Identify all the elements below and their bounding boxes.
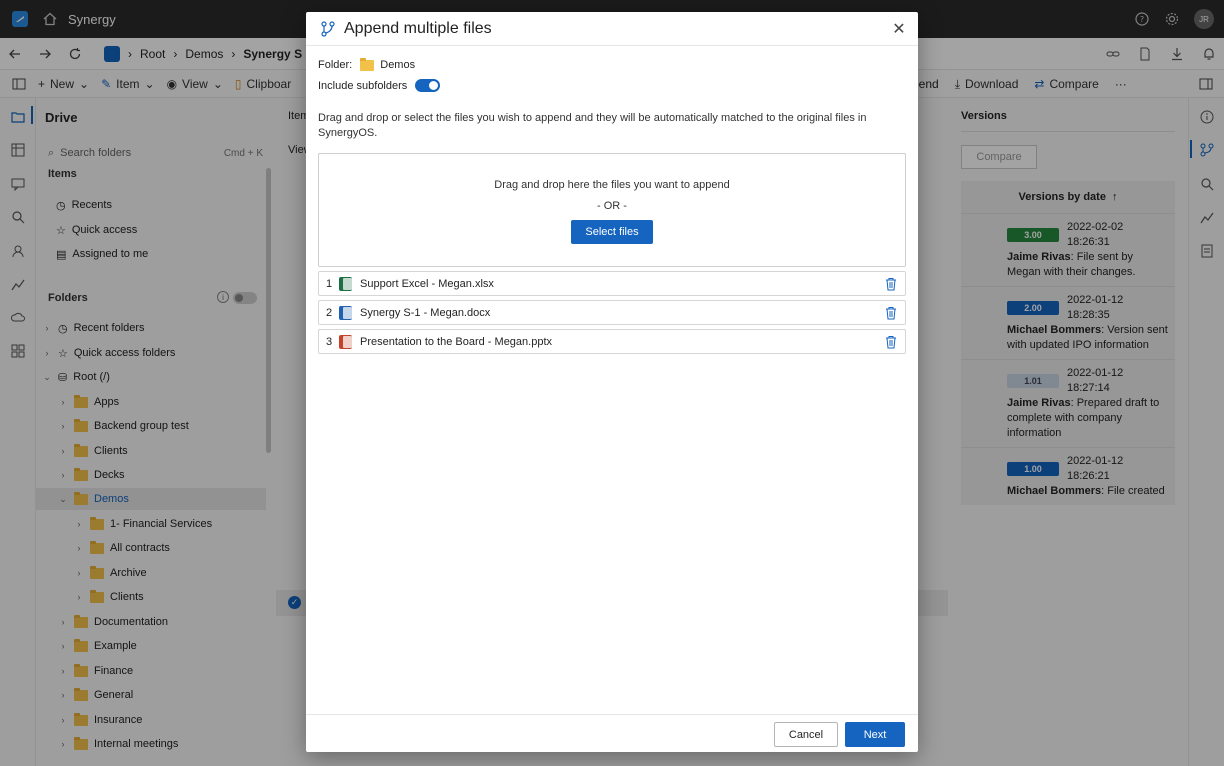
subfolders-field: Include subfolders [318, 79, 441, 92]
close-icon: ✕ [892, 21, 906, 38]
dialog-footer: Cancel Next [306, 714, 918, 752]
branch-icon [321, 20, 335, 37]
append-files-dialog: Append multiple files ✕ Folder: Demos In… [306, 12, 918, 752]
word-file-icon [339, 305, 352, 320]
file-name: Support Excel - Megan.xlsx [360, 277, 494, 290]
file-name: Presentation to the Board - Megan.pptx [360, 335, 553, 348]
dropzone-text: Drag and drop here the files you want to… [494, 179, 730, 191]
instructions-text: Drag and drop or select the files you wi… [318, 112, 867, 139]
file-number: 2 [325, 306, 333, 319]
trash-icon[interactable] [885, 277, 897, 291]
dropzone-or: - OR - [597, 200, 627, 212]
cancel-button[interactable]: Cancel [774, 722, 838, 747]
dialog-title: Append multiple files [344, 19, 492, 37]
select-files-button[interactable]: Select files [571, 220, 653, 244]
file-name: Synergy S-1 - Megan.docx [360, 306, 491, 319]
folder-name: Demos [380, 59, 416, 71]
trash-icon[interactable] [885, 335, 897, 349]
include-subfolders-toggle[interactable] [415, 79, 441, 92]
close-button[interactable]: ✕ [890, 20, 908, 38]
file-row: 3 Presentation to the Board - Megan.pptx [318, 329, 906, 354]
subfolders-label: Include subfolders [318, 79, 408, 92]
next-button[interactable]: Next [845, 722, 905, 747]
file-number: 1 [325, 277, 333, 290]
drop-zone[interactable]: Drag and drop here the files you want to… [318, 153, 906, 267]
file-number: 3 [325, 335, 333, 348]
folder-icon [360, 57, 375, 71]
excel-file-icon [339, 276, 352, 291]
powerpoint-file-icon [339, 334, 352, 349]
file-row: 1 Support Excel - Megan.xlsx [318, 271, 906, 296]
folder-field: Folder: Demos [318, 57, 416, 71]
folder-label: Folder: [318, 59, 353, 71]
trash-icon[interactable] [885, 306, 897, 320]
file-row: 2 Synergy S-1 - Megan.docx [318, 300, 906, 325]
dialog-header: Append multiple files ✕ [306, 12, 918, 46]
